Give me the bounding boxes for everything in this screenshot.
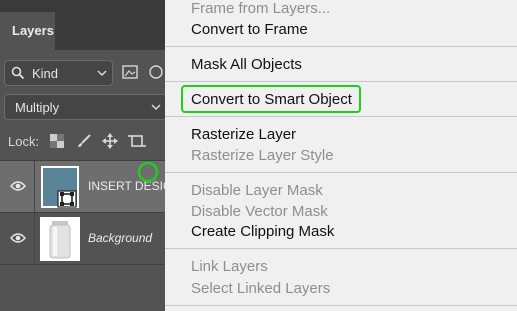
menu-item-link-layers[interactable]: Link Layers [191, 258, 268, 275]
menu-item-frame-from-layers[interactable]: Frame from Layers... [191, 0, 330, 17]
menu-item-convert-to-smart-object[interactable]: Convert to Smart Object [191, 91, 352, 108]
blend-mode-label: Multiply [15, 100, 60, 115]
lock-artboard-icon[interactable] [128, 133, 146, 154]
menu-item-disable-vector-mask[interactable]: Disable Vector Mask [191, 203, 328, 220]
menu-item-rasterize-layer-style[interactable]: Rasterize Layer Style [191, 147, 334, 164]
background-thumbnail [40, 217, 80, 261]
search-icon [11, 66, 25, 83]
menu-item-select-linked-layers[interactable]: Select Linked Layers [191, 280, 330, 297]
layers-panel: Layers Kind Multiply Lock: INSERT DESIG … [0, 0, 174, 311]
layer-row-insert-design[interactable]: INSERT DESIG [0, 161, 172, 213]
tab-layers[interactable]: Layers [0, 12, 55, 50]
adjustment-filter-icon[interactable] [148, 64, 164, 85]
layer-name: INSERT DESIG [88, 179, 173, 193]
chevron-down-icon [151, 100, 161, 117]
layer-context-menu: Frame from Layers... Convert to Frame Ma… [165, 0, 517, 311]
lock-brush-icon[interactable] [76, 133, 92, 154]
lock-position-icon[interactable] [102, 133, 118, 154]
lock-row: Lock: [0, 124, 165, 160]
menu-separator [165, 116, 517, 117]
menu-item-convert-to-frame[interactable]: Convert to Frame [191, 21, 308, 38]
lock-label: Lock: [8, 134, 40, 149]
menu-separator [165, 172, 517, 173]
lock-transparency-icon[interactable] [49, 133, 65, 154]
menu-separator [165, 305, 517, 306]
menu-separator [165, 46, 517, 47]
eye-icon[interactable] [10, 179, 26, 197]
eye-icon[interactable] [10, 231, 26, 249]
layer-row-background[interactable]: Background [0, 213, 165, 265]
filter-kind-label: Kind [32, 66, 59, 81]
layer-name: Background [88, 231, 153, 245]
smart-object-thumbnail [40, 165, 80, 209]
chevron-down-icon [97, 66, 107, 83]
filter-kind-select[interactable]: Kind [4, 60, 113, 86]
menu-item-rasterize-layer[interactable]: Rasterize Layer [191, 126, 296, 143]
layer-divider [34, 213, 35, 265]
click-indicator-icon [137, 161, 159, 183]
panel-tab-bar: Layers [0, 0, 165, 50]
layer-divider [34, 161, 35, 213]
blend-mode-select[interactable]: Multiply [4, 94, 174, 120]
menu-item-mask-all-objects[interactable]: Mask All Objects [191, 56, 302, 73]
menu-separator [165, 248, 517, 249]
menu-item-disable-layer-mask[interactable]: Disable Layer Mask [191, 182, 323, 199]
image-filter-icon[interactable] [122, 64, 138, 85]
menu-separator [165, 81, 517, 82]
row-separator [0, 264, 165, 265]
menu-item-create-clipping-mask[interactable]: Create Clipping Mask [191, 223, 334, 240]
